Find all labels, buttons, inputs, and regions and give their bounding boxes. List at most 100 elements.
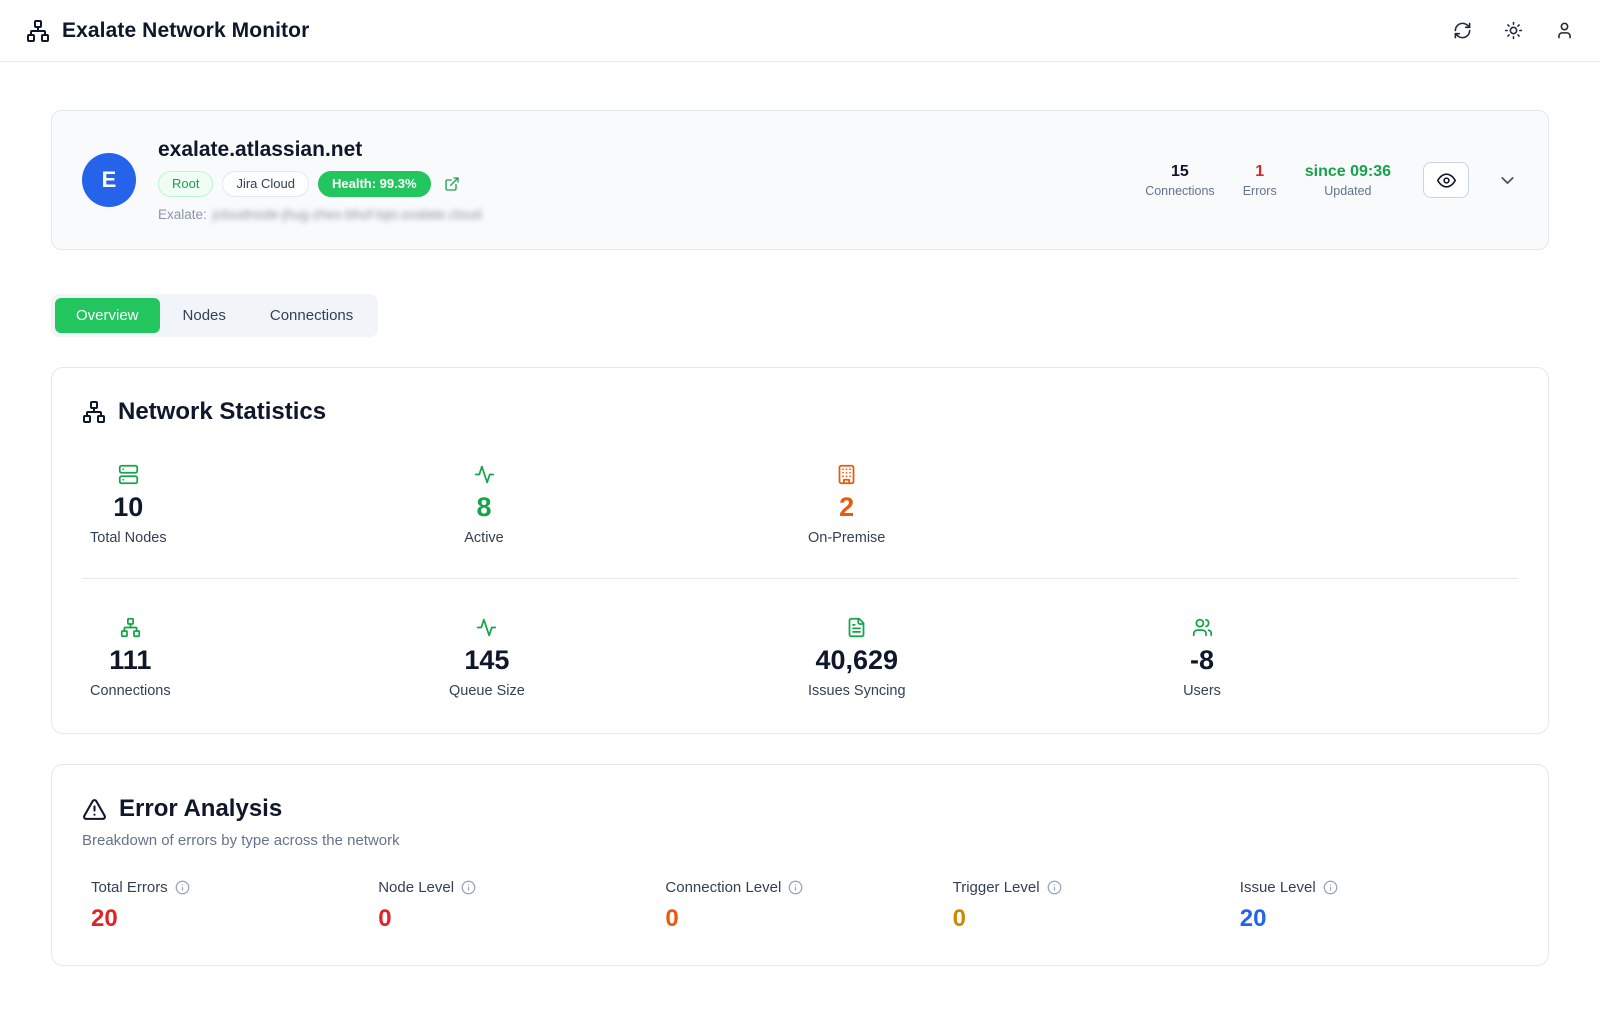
exalate-url-line: Exalate: jcloudnode-jhug-zhex-bhof-tqio.… <box>158 207 481 222</box>
health-badge: Health: 99.3% <box>318 171 431 197</box>
users-icon <box>1192 617 1213 638</box>
network-icon <box>82 400 106 424</box>
user-icon <box>1555 21 1574 40</box>
stat-value: 8 <box>476 494 491 521</box>
tab-bar: Overview Nodes Connections <box>51 294 378 337</box>
tab-connections[interactable]: Connections <box>249 298 374 333</box>
activity-icon <box>474 464 495 485</box>
warning-icon <box>82 797 107 822</box>
info-icon[interactable] <box>461 880 476 895</box>
error-stats-row: Total Errors 20 Node Level 0 Connection … <box>82 879 1518 931</box>
info-icon[interactable] <box>1323 880 1338 895</box>
error-stat-label: Issue Level <box>1240 879 1316 896</box>
stat-total-nodes: 10 Total Nodes <box>90 464 167 546</box>
errors-count: 1 <box>1243 163 1277 181</box>
page-content: E exalate.atlassian.net Root Jira Cloud … <box>0 62 1600 1006</box>
top-bar-actions <box>1453 21 1574 40</box>
error-stat-connection-level: Connection Level 0 <box>656 879 943 931</box>
stat-connections: 111 Connections <box>90 617 171 699</box>
info-icon[interactable] <box>175 880 190 895</box>
stat-label: Connections <box>90 683 171 699</box>
network-icon <box>26 19 50 43</box>
node-type-badge: Jira Cloud <box>222 171 309 197</box>
updated-mini-stat: since 09:36 Updated <box>1305 163 1391 198</box>
error-stat-label: Connection Level <box>665 879 781 896</box>
node-badges: Root Jira Cloud Health: 99.3% <box>158 171 481 197</box>
root-node-card: E exalate.atlassian.net Root Jira Cloud … <box>51 110 1549 250</box>
watch-node-button[interactable] <box>1423 162 1469 198</box>
network-icon <box>120 617 141 638</box>
node-quick-stats: 15 Connections 1 Errors since 09:36 Upda… <box>1145 162 1518 198</box>
stat-label: Active <box>464 530 504 546</box>
network-statistics-card: Network Statistics 10 Total Nodes 8 Acti… <box>51 367 1549 734</box>
error-stat-node-level: Node Level 0 <box>369 879 656 931</box>
eye-icon <box>1437 171 1456 190</box>
connections-count-label: Connections <box>1145 184 1215 198</box>
refresh-button[interactable] <box>1453 21 1472 40</box>
updated-label: Updated <box>1305 184 1391 198</box>
expand-node-button[interactable] <box>1497 170 1518 191</box>
node-title: exalate.atlassian.net <box>158 138 481 162</box>
error-stat-total-errors: Total Errors 20 <box>82 879 369 931</box>
stat-label: Users <box>1183 683 1221 699</box>
exalate-url-label: Exalate: <box>158 207 207 222</box>
tab-nodes[interactable]: Nodes <box>162 298 247 333</box>
top-bar: Exalate Network Monitor <box>0 0 1600 62</box>
error-stat-trigger-level: Trigger Level 0 <box>944 879 1231 931</box>
connections-mini-stat: 15 Connections <box>1145 163 1215 198</box>
stat-queue-size: 145 Queue Size <box>449 617 525 699</box>
connections-count: 15 <box>1145 163 1215 181</box>
server-icon <box>118 464 139 485</box>
node-avatar: E <box>82 153 136 207</box>
exalate-url-value: jcloudnode-jhug-zhex-bhof-tqio.exalate.c… <box>213 207 482 222</box>
activity-icon <box>476 617 497 638</box>
error-stat-label: Node Level <box>378 879 454 896</box>
stat-issues-syncing: 40,629 Issues Syncing <box>808 617 906 699</box>
error-stat-value: 0 <box>953 907 1231 931</box>
stat-value: 111 <box>109 647 151 674</box>
user-menu-button[interactable] <box>1555 21 1574 40</box>
building-icon <box>836 464 857 485</box>
error-stat-value: 0 <box>665 907 943 931</box>
file-text-icon <box>846 617 867 638</box>
error-stat-label: Trigger Level <box>953 879 1040 896</box>
refresh-icon <box>1453 21 1472 40</box>
info-icon[interactable] <box>1047 880 1062 895</box>
app-brand: Exalate Network Monitor <box>26 19 309 43</box>
stat-on-premise: 2 On-Premise <box>808 464 885 546</box>
stat-value: 2 <box>839 494 854 521</box>
errors-count-label: Errors <box>1243 184 1277 198</box>
error-stat-value: 20 <box>91 907 369 931</box>
errors-mini-stat: 1 Errors <box>1243 163 1277 198</box>
error-stat-issue-level: Issue Level 20 <box>1231 879 1518 931</box>
external-link-icon <box>444 176 460 192</box>
error-stat-value: 20 <box>1240 907 1518 931</box>
error-analysis-card: Error Analysis Breakdown of errors by ty… <box>51 764 1549 966</box>
stat-label: Total Nodes <box>90 530 167 546</box>
chevron-down-icon <box>1497 170 1518 191</box>
stats-divider <box>82 578 1518 579</box>
app-title: Exalate Network Monitor <box>62 19 309 43</box>
error-analysis-title: Error Analysis <box>119 795 282 823</box>
stat-value: -8 <box>1190 647 1214 674</box>
stat-value: 10 <box>113 494 143 521</box>
stat-active: 8 Active <box>449 464 519 546</box>
info-icon[interactable] <box>788 880 803 895</box>
root-badge: Root <box>158 171 213 197</box>
stat-label: Issues Syncing <box>808 683 906 699</box>
sun-icon <box>1504 21 1523 40</box>
network-statistics-title: Network Statistics <box>118 398 326 426</box>
theme-toggle-button[interactable] <box>1504 21 1523 40</box>
stat-users: -8 Users <box>1167 617 1237 699</box>
stat-value: 40,629 <box>815 647 898 674</box>
node-summary: E exalate.atlassian.net Root Jira Cloud … <box>82 138 481 222</box>
tab-overview[interactable]: Overview <box>55 298 160 333</box>
error-analysis-subtitle: Breakdown of errors by type across the n… <box>82 832 1518 849</box>
stat-value: 145 <box>464 647 509 674</box>
error-stat-label: Total Errors <box>91 879 168 896</box>
stats-row-1: 10 Total Nodes 8 Active 2 On-Premise <box>82 464 1518 546</box>
stats-row-2: 111 Connections 145 Queue Size 40,629 Is… <box>82 617 1518 699</box>
stat-label: Queue Size <box>449 683 525 699</box>
error-stat-value: 0 <box>378 907 656 931</box>
external-link-button[interactable] <box>444 176 460 192</box>
